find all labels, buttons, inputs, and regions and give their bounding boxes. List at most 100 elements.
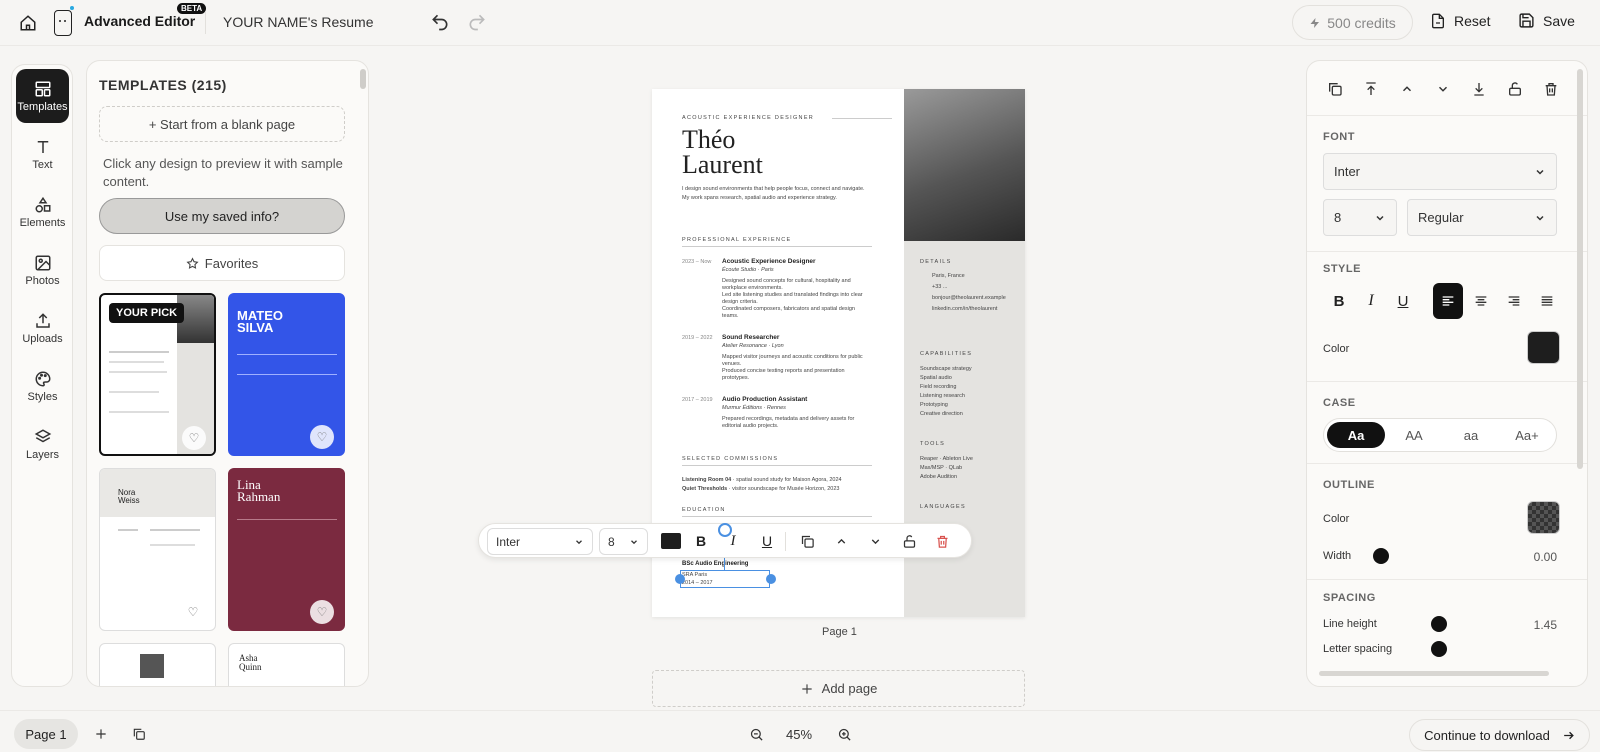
duplicate-page-icon[interactable] [130, 725, 148, 743]
rail-item-styles[interactable]: Styles [16, 359, 69, 413]
job-title[interactable]: Audio Production Assistant [722, 396, 807, 403]
resize-handle-left[interactable] [675, 574, 685, 584]
unlock-icon[interactable] [899, 531, 919, 551]
align-right-icon[interactable] [1502, 289, 1526, 313]
toolbar-font-select[interactable]: Inter [487, 528, 593, 555]
underline-icon[interactable]: U [1391, 289, 1415, 313]
commission-item[interactable]: Listening Room 04 · spatial sound study … [682, 477, 842, 484]
rail-item-photos[interactable]: Photos [16, 243, 69, 297]
rail-item-templates[interactable]: Templates [16, 69, 69, 123]
horizontal-scrollbar[interactable] [1319, 671, 1549, 676]
line-height-value[interactable]: 1.45 [1517, 618, 1557, 632]
degree[interactable]: BSc Audio Engineering [682, 561, 748, 567]
job-dates[interactable]: 2019 – 2022 [682, 335, 713, 342]
job-company[interactable]: Écoute Studio · Paris [722, 267, 774, 274]
languages-heading[interactable]: LANGUAGES [920, 504, 966, 510]
tools-heading[interactable]: TOOLS [920, 441, 945, 447]
outline-color-swatch[interactable] [1527, 501, 1560, 534]
credits-button[interactable]: 500 credits [1292, 5, 1413, 40]
document-title[interactable]: YOUR NAME's Resume [223, 14, 373, 30]
rail-item-layers[interactable]: Layers [16, 417, 69, 471]
undo-icon[interactable] [430, 12, 450, 32]
send-to-back-icon[interactable] [1469, 79, 1489, 99]
toolbar-color-swatch[interactable] [661, 533, 681, 549]
save-button[interactable]: Save [1518, 12, 1575, 29]
rail-item-text[interactable]: Text [16, 127, 69, 181]
unlock-icon[interactable] [1505, 79, 1525, 99]
outline-width-value[interactable]: 0.00 [1517, 550, 1557, 564]
redo-icon[interactable] [467, 12, 487, 32]
zoom-in-icon[interactable] [835, 725, 853, 743]
font-family-select[interactable]: Inter [1323, 153, 1557, 190]
page-selector[interactable]: Page 1 [14, 719, 78, 749]
experience-heading[interactable]: PROFESSIONAL EXPERIENCE [682, 237, 791, 243]
continue-to-download-button[interactable]: Continue to download [1409, 719, 1590, 751]
commissions-heading[interactable]: SELECTED COMMISSIONS [682, 456, 778, 462]
bring-to-front-icon[interactable] [1361, 79, 1381, 99]
home-icon[interactable] [16, 11, 40, 35]
commission-item[interactable]: Quiet Thresholds · visitor soundscape fo… [682, 486, 839, 493]
case-option-capitalize[interactable]: Aa [1327, 422, 1385, 448]
education-heading[interactable]: EDUCATION [682, 507, 726, 513]
align-center-icon[interactable] [1469, 289, 1493, 313]
chevron-down-icon[interactable] [1433, 79, 1453, 99]
resume-summary[interactable]: I design sound environments that help pe… [682, 185, 872, 203]
job-bullets[interactable]: Prepared recordings, metadata and delive… [722, 416, 872, 430]
text-color-swatch[interactable] [1527, 331, 1560, 364]
heart-icon[interactable]: ♡ [310, 425, 334, 449]
rotate-handle[interactable] [718, 523, 732, 537]
letter-spacing-slider[interactable] [1431, 641, 1447, 657]
job-dates[interactable]: 2023 – Now [682, 259, 711, 266]
bold-icon[interactable]: B [1327, 289, 1351, 313]
job-bullets[interactable]: Designed sound concepts for cultural, ho… [722, 278, 872, 320]
plus-icon[interactable] [92, 725, 110, 743]
heart-icon[interactable]: ♡ [181, 600, 205, 624]
chevron-up-icon[interactable] [831, 531, 851, 551]
job-company[interactable]: Atelier Resonance · Lyon [722, 343, 784, 350]
job-dates[interactable]: 2017 – 2019 [682, 397, 713, 404]
template-thumb-3[interactable]: Nora Weiss ♡ [99, 468, 216, 631]
bold-icon[interactable]: B [691, 531, 711, 551]
resume-role[interactable]: ACOUSTIC EXPERIENCE DESIGNER [682, 115, 814, 121]
details-heading[interactable]: DETAILS [920, 259, 952, 265]
template-thumb-1[interactable]: YOUR PICK ♡ [99, 293, 216, 456]
resize-handle-right[interactable] [766, 574, 776, 584]
template-thumb-5[interactable] [99, 643, 216, 686]
zoom-out-icon[interactable] [747, 725, 765, 743]
job-company[interactable]: Murmur Éditions · Rennes [722, 405, 786, 412]
templates-scrollbar[interactable] [360, 69, 366, 89]
reset-button[interactable]: Reset [1430, 12, 1491, 30]
profile-photo[interactable] [904, 89, 1025, 241]
tools-list[interactable]: Reaper · Ableton Live Max/MSP · QLab Ado… [920, 455, 1020, 482]
toolbar-size-select[interactable]: 8 [599, 528, 648, 555]
case-option-more[interactable]: Aa+ [1499, 422, 1555, 448]
job-bullets[interactable]: Mapped visitor journeys and acoustic con… [722, 354, 872, 382]
font-size-select[interactable]: 8 [1323, 199, 1397, 236]
job-title[interactable]: Acoustic Experience Designer [722, 258, 816, 265]
align-justify-icon[interactable] [1535, 289, 1559, 313]
template-thumb-2[interactable]: MATEO SILVA ♡ [228, 293, 345, 456]
capabilities-list[interactable]: Soundscape strategy Spatial audio Field … [920, 365, 1020, 419]
line-height-slider[interactable] [1431, 616, 1447, 632]
rail-item-uploads[interactable]: Uploads [16, 301, 69, 355]
outline-width-slider[interactable] [1373, 548, 1389, 564]
start-blank-button[interactable]: + Start from a blank page [99, 106, 345, 142]
vertical-scrollbar[interactable] [1577, 69, 1583, 469]
resume-first-name[interactable]: Théo [682, 127, 735, 153]
favorites-button[interactable]: Favorites [99, 245, 345, 281]
resume-last-name[interactable]: Laurent [682, 152, 763, 178]
job-title[interactable]: Sound Researcher [722, 334, 779, 341]
align-left-icon[interactable] [1433, 283, 1463, 319]
template-thumb-4[interactable]: Lina Rahman ♡ [228, 468, 345, 631]
template-thumb-6[interactable]: Asha Quinn [228, 643, 345, 686]
chevron-up-icon[interactable] [1397, 79, 1417, 99]
details-list[interactable]: Paris, France +33 ... bonjour@theolauren… [920, 273, 1020, 313]
font-weight-select[interactable]: Regular [1407, 199, 1557, 236]
heart-icon[interactable]: ♡ [182, 426, 206, 450]
duplicate-icon[interactable] [1325, 79, 1345, 99]
italic-icon[interactable]: I [1359, 289, 1383, 313]
use-saved-info-button[interactable]: Use my saved info? [99, 198, 345, 234]
case-option-upper[interactable]: AA [1385, 422, 1443, 448]
case-option-lower[interactable]: aa [1443, 422, 1499, 448]
add-page-button[interactable]: Add page [652, 670, 1025, 707]
